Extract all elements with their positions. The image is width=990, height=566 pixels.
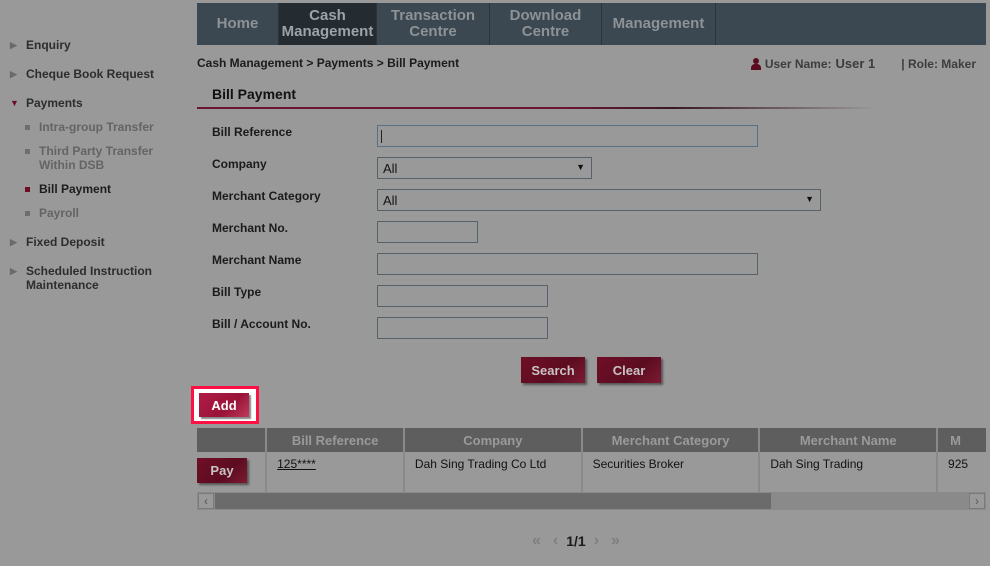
- scroll-right-icon[interactable]: ›: [969, 493, 985, 509]
- dropdown-arrow-icon: ▼: [805, 194, 814, 204]
- bullet-icon: [25, 149, 30, 154]
- horizontal-scrollbar[interactable]: ‹ ›: [197, 492, 986, 510]
- table-row: Pay 125**** Dah Sing Trading Co Ltd Secu…: [197, 452, 986, 492]
- tab-management[interactable]: Management: [602, 3, 716, 45]
- tab-transaction-centre[interactable]: Transaction Centre: [377, 3, 490, 45]
- column-header-merchant-name[interactable]: Merchant Name: [760, 428, 939, 452]
- prev-page-icon[interactable]: ‹: [553, 532, 558, 550]
- tab-download-centre-label: Download Centre: [509, 7, 582, 40]
- column-header-company[interactable]: Company: [405, 428, 583, 452]
- add-button-highlight: Add: [191, 386, 259, 424]
- bill-type-label: Bill Type: [212, 285, 262, 299]
- column-header-action: [197, 428, 268, 452]
- first-page-icon[interactable]: «: [532, 532, 541, 550]
- last-page-icon[interactable]: »: [611, 532, 620, 550]
- pagination: « ‹ 1/1 › »: [532, 532, 620, 550]
- sidebar-item-fixed-deposit[interactable]: ▶ Fixed Deposit: [10, 235, 105, 249]
- chevron-right-icon: ▶: [10, 237, 17, 247]
- chevron-right-icon: ▶: [10, 69, 17, 79]
- column-header-merchant-category[interactable]: Merchant Category: [582, 428, 761, 452]
- tab-home[interactable]: Home: [197, 3, 279, 45]
- pay-button[interactable]: Pay: [197, 458, 247, 483]
- bullet-icon: [25, 125, 30, 130]
- cell-bill-reference: 125****: [267, 452, 405, 492]
- next-page-icon[interactable]: ›: [594, 532, 599, 550]
- sidebar-subitem-payroll[interactable]: Payroll: [25, 206, 79, 220]
- chevron-right-icon: ▶: [10, 40, 17, 50]
- cell-merchant-no: 925: [938, 452, 986, 492]
- merchant-category-select[interactable]: All ▼: [377, 189, 821, 211]
- dropdown-arrow-icon: ▼: [576, 162, 585, 172]
- add-button[interactable]: Add: [199, 393, 249, 417]
- bullet-icon: [25, 187, 30, 192]
- sidebar-subitem-intra-group-transfer[interactable]: Intra-group Transfer: [25, 120, 154, 134]
- sidebar-subitem-bill-payment[interactable]: Bill Payment: [25, 182, 111, 196]
- sidebar-item-enquiry[interactable]: ▶ Enquiry: [10, 38, 71, 52]
- user-name-value: User 1: [835, 56, 876, 71]
- user-icon: [750, 57, 761, 70]
- tab-transaction-centre-label: Transaction Centre: [390, 7, 476, 40]
- text-caret: [381, 130, 382, 143]
- tab-download-centre[interactable]: Download Centre: [490, 3, 602, 45]
- user-name-label: User Name:: [764, 56, 832, 71]
- tab-management-label: Management: [612, 15, 705, 32]
- scroll-left-icon[interactable]: ‹: [198, 493, 214, 509]
- column-header-merchant-no[interactable]: M: [938, 428, 986, 452]
- bill-account-no-input[interactable]: [377, 317, 548, 339]
- sidebar-item-payments[interactable]: ▼ Payments: [10, 96, 83, 110]
- merchant-category-label: Merchant Category: [212, 189, 321, 203]
- company-select[interactable]: All ▼: [377, 157, 592, 179]
- bill-reference-label: Bill Reference: [212, 125, 293, 139]
- user-role: | Role: Maker: [901, 56, 976, 71]
- breadcrumb: Cash Management > Payments > Bill Paymen…: [197, 56, 460, 70]
- cell-company: Dah Sing Trading Co Ltd: [405, 452, 583, 492]
- scrollbar-thumb[interactable]: [215, 493, 771, 509]
- cell-merchant-category: Securities Broker: [583, 452, 761, 492]
- tab-cash-management[interactable]: Cash Management: [279, 3, 377, 45]
- cell-merchant-name: Dah Sing Trading: [760, 452, 939, 492]
- cell-action: Pay: [197, 452, 268, 492]
- merchant-no-input[interactable]: [377, 221, 478, 243]
- results-table: Bill Reference Company Merchant Category…: [197, 428, 986, 510]
- clear-button[interactable]: Clear: [597, 357, 661, 383]
- top-nav: Home Cash Management Transaction Centre Do…: [197, 3, 986, 45]
- search-button[interactable]: Search: [521, 357, 585, 383]
- sidebar-item-cheque-book-request[interactable]: ▶ Cheque Book Request: [10, 67, 154, 81]
- bill-reference-input[interactable]: [377, 125, 758, 147]
- tab-cash-management-label: Cash Management: [281, 7, 374, 40]
- tab-home-label: Home: [216, 15, 259, 32]
- merchant-name-input[interactable]: [377, 253, 758, 275]
- bill-type-input[interactable]: [377, 285, 548, 307]
- bill-account-no-label: Bill / Account No.: [212, 317, 311, 331]
- merchant-name-label: Merchant Name: [212, 253, 302, 267]
- table-header: Bill Reference Company Merchant Category…: [197, 428, 986, 452]
- title-divider: [197, 107, 877, 109]
- sidebar-item-scheduled-instruction[interactable]: ▶ Scheduled Instruction Maintenance: [10, 264, 152, 292]
- chevron-right-icon: ▶: [10, 266, 17, 276]
- bullet-icon: [25, 211, 30, 216]
- sidebar-subitem-third-party-transfer[interactable]: Third Party Transfer Within DSB: [25, 144, 153, 172]
- chevron-down-icon: ▼: [10, 98, 19, 108]
- company-label: Company: [212, 157, 267, 171]
- merchant-no-label: Merchant No.: [212, 221, 289, 235]
- page-indicator: 1/1: [566, 533, 586, 549]
- column-header-bill-reference[interactable]: Bill Reference: [267, 428, 405, 452]
- page-title: Bill Payment: [212, 86, 297, 102]
- bill-reference-link[interactable]: 125****: [277, 457, 316, 471]
- user-info: User Name: User 1 | Role: Maker: [750, 56, 976, 71]
